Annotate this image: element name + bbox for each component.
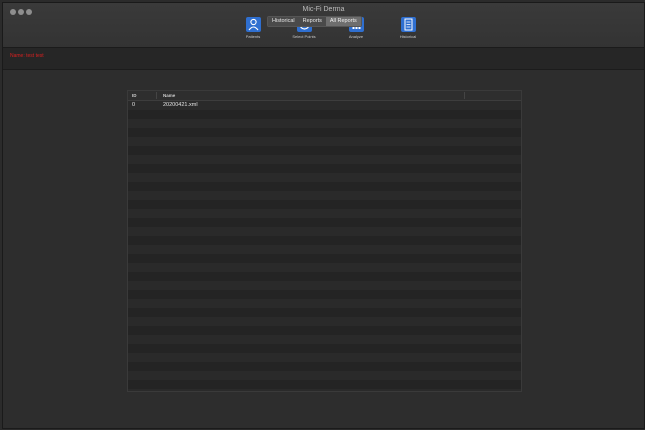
toolbar-historical-label: Historical: [399, 34, 417, 39]
person-icon: [245, 17, 261, 32]
column-header-id[interactable]: ID: [132, 93, 137, 98]
toolbar-patients-label: Patients: [245, 34, 261, 39]
view-segmented-control[interactable]: Historical Reports All Reports: [267, 16, 362, 27]
document-list-icon: [400, 17, 416, 32]
app-window: Mic-Fi Derma Patients Select Points Anal…: [2, 2, 645, 429]
table-body: 0 20200421.xml: [128, 101, 521, 391]
table-header: ID Name: [128, 91, 521, 101]
column-divider: [156, 92, 157, 99]
toolbar-select-points-label: Select Points: [292, 34, 316, 39]
reports-table: ID Name 0 20200421.xml: [127, 90, 522, 392]
table-row[interactable]: 0 20200421.xml: [128, 101, 521, 110]
patient-bar: Name: test test: [3, 48, 644, 70]
column-header-name[interactable]: Name: [163, 93, 175, 98]
tab-all-reports[interactable]: All Reports: [325, 17, 361, 26]
window-title: Mic-Fi Derma: [302, 6, 345, 13]
column-divider: [464, 92, 465, 99]
row-name-cell: 20200421.xml: [163, 102, 198, 108]
tab-historical[interactable]: Historical: [268, 17, 299, 26]
toolbar-analyze-label: Analyze: [348, 34, 364, 39]
toolbar-historical-button[interactable]: Historical: [386, 17, 430, 39]
patient-name-label: Name: test test: [10, 53, 44, 59]
row-id-cell: 0: [132, 102, 136, 108]
tab-reports[interactable]: Reports: [298, 17, 326, 26]
